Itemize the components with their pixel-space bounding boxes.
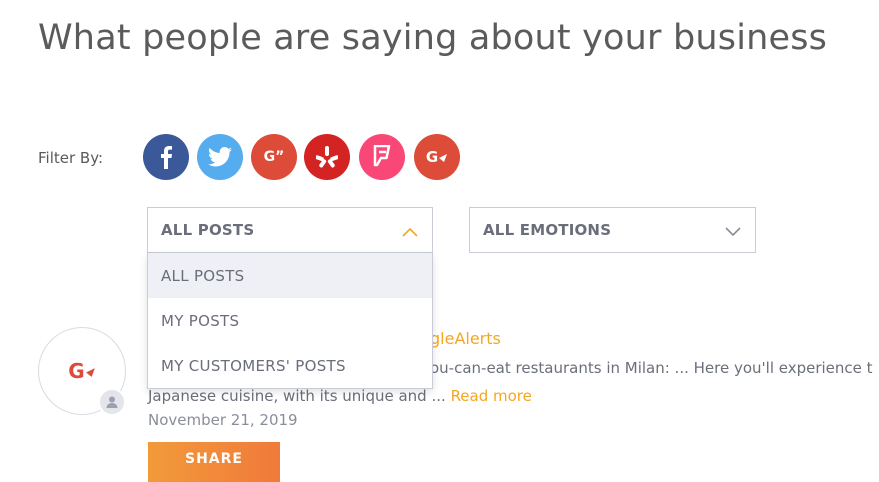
- post-source-name[interactable]: gleAlerts: [430, 329, 501, 348]
- filter-label: Filter By:: [38, 149, 104, 167]
- facebook-filter-button[interactable]: [143, 134, 189, 180]
- emotions-select-value: ALL EMOTIONS: [483, 221, 612, 239]
- facebook-icon: [159, 145, 173, 169]
- post-text-line: Japanese cuisine, with its unique and ..…: [148, 387, 532, 405]
- foursquare-filter-button[interactable]: [359, 134, 405, 180]
- google-alerts-icon: G: [68, 359, 95, 383]
- emotions-filter-select[interactable]: ALL EMOTIONS: [469, 207, 756, 253]
- menu-item-my-posts[interactable]: MY POSTS: [148, 298, 432, 343]
- page-title: What people are saying about your busine…: [38, 18, 828, 58]
- google-alerts-icon: G: [426, 148, 448, 166]
- google-plus-quote-icon: G”: [263, 149, 285, 165]
- chevron-up-icon: [402, 223, 418, 241]
- posts-dropdown-menu: ALL POSTS MY POSTS MY CUSTOMERS' POSTS: [147, 253, 433, 389]
- post-text-line: ou-can-eat restaurants in Milan: ... Her…: [430, 359, 873, 377]
- person-icon: [98, 388, 126, 416]
- posts-select-value: ALL POSTS: [161, 221, 255, 239]
- yelp-icon: [316, 145, 338, 169]
- google-my-business-filter-button[interactable]: G”: [251, 134, 297, 180]
- posts-filter-select[interactable]: ALL POSTS: [147, 207, 433, 253]
- twitter-icon: [208, 147, 232, 167]
- post-date: November 21, 2019: [148, 411, 298, 429]
- foursquare-icon: [373, 145, 391, 169]
- share-button[interactable]: SHARE: [148, 442, 280, 482]
- yelp-filter-button[interactable]: [304, 134, 350, 180]
- google-alerts-filter-button[interactable]: G: [414, 134, 460, 180]
- menu-item-all-posts[interactable]: ALL POSTS: [148, 253, 432, 298]
- read-more-link[interactable]: Read more: [451, 387, 532, 405]
- twitter-filter-button[interactable]: [197, 134, 243, 180]
- chevron-down-icon: [725, 223, 741, 241]
- menu-item-my-customers-posts[interactable]: MY CUSTOMERS' POSTS: [148, 343, 432, 388]
